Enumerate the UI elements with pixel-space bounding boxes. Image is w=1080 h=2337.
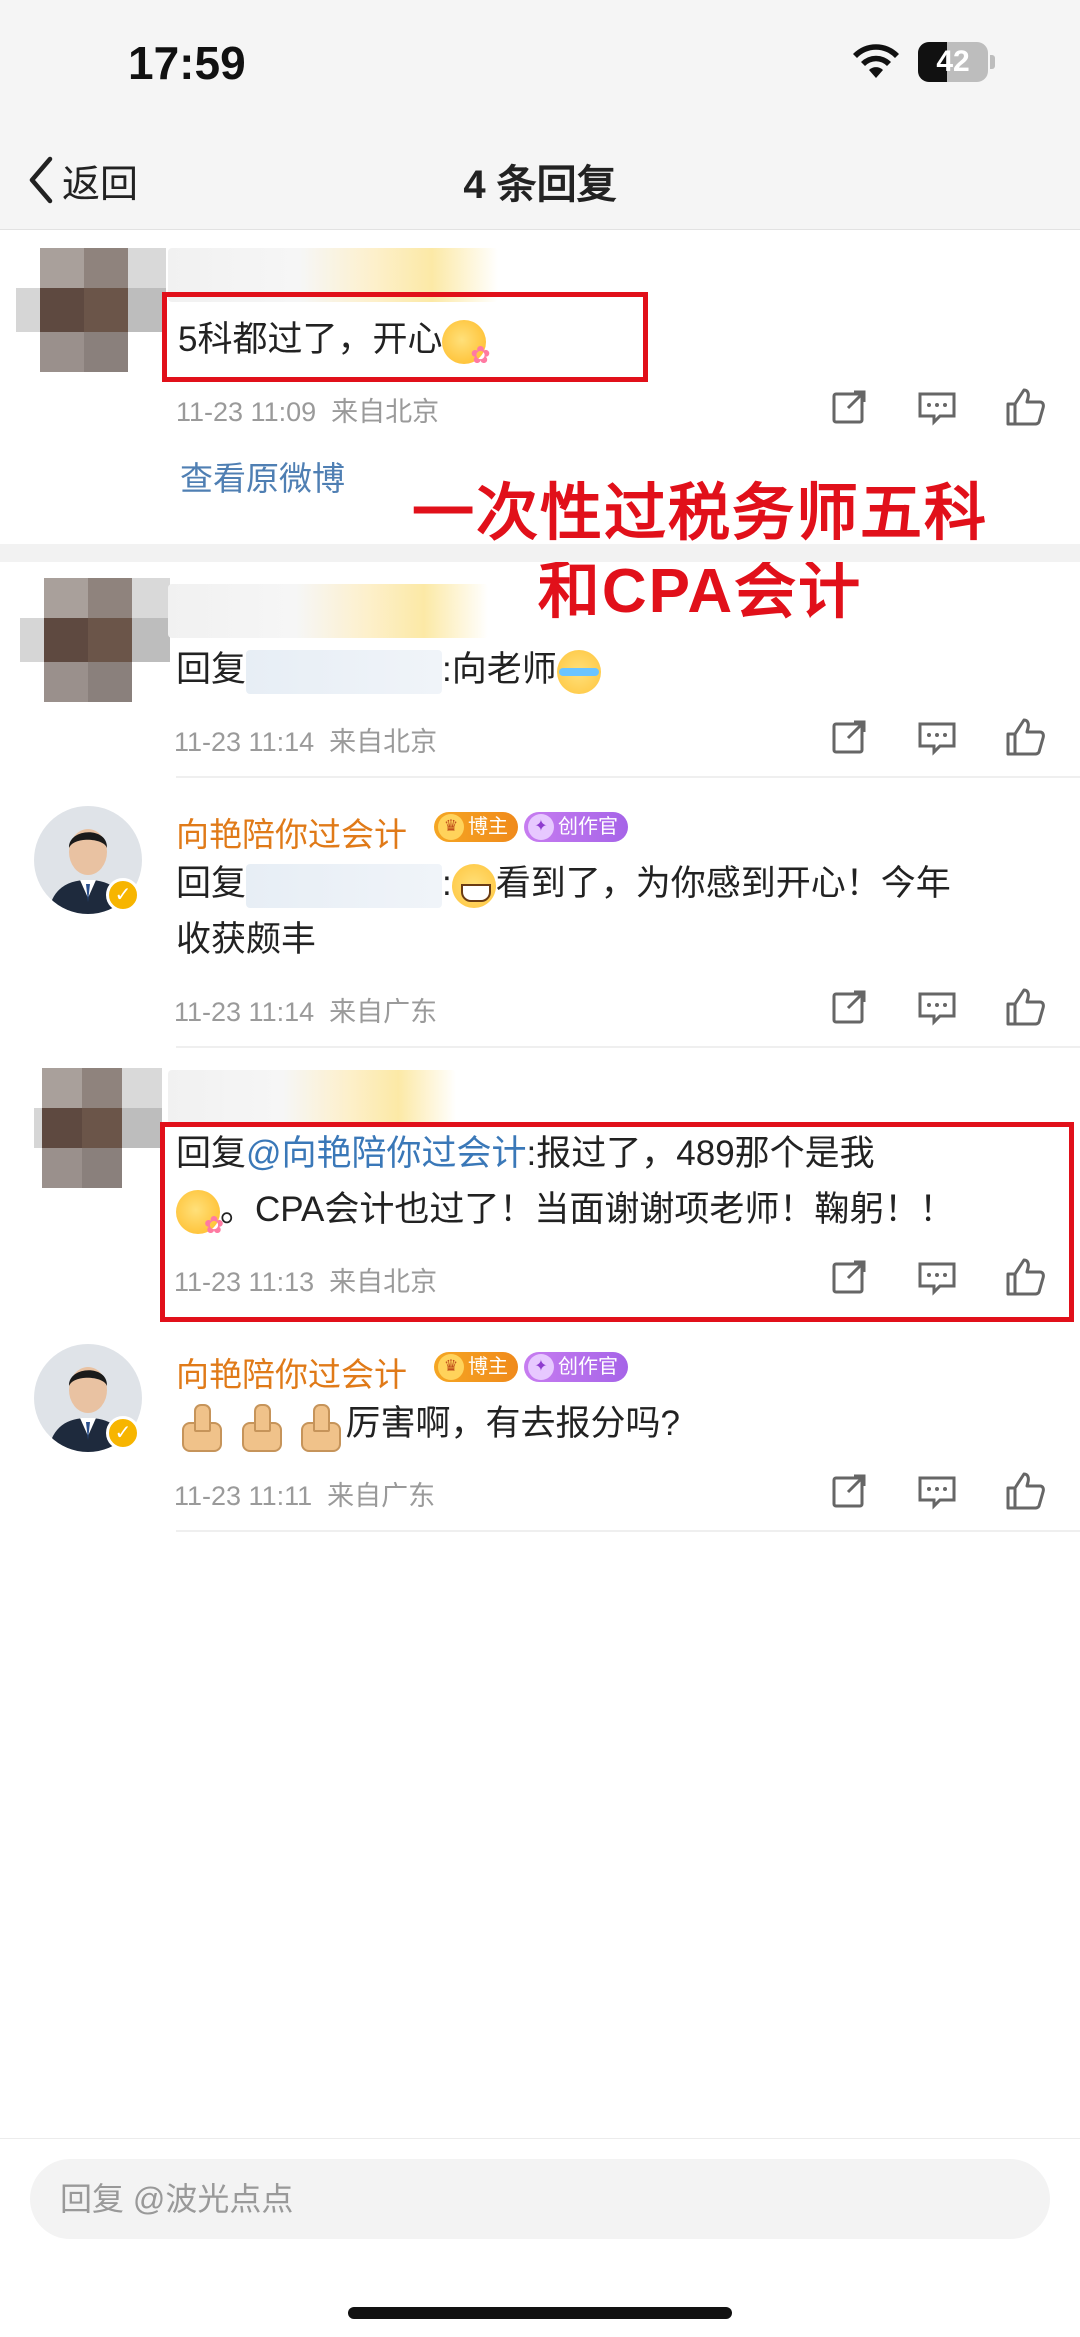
reply-meta: 11-23 11:13 来自北京 [174, 1267, 438, 1297]
battery-level: 42 [936, 45, 970, 78]
thumbs-up-icon [1006, 1258, 1045, 1296]
share-icon [832, 1474, 866, 1508]
blogger-badge: ♛ 博主 [434, 812, 518, 842]
like-button[interactable] [1000, 382, 1050, 432]
thumbs-up-icon [1006, 718, 1045, 756]
reply-meta: 11-23 11:14 来自北京 [174, 727, 438, 757]
thumbs-up-emoji [236, 1402, 286, 1452]
avatar[interactable] [20, 578, 170, 708]
share-icon [832, 1260, 866, 1294]
reply-actions [824, 1252, 1045, 1302]
comment-icon [918, 392, 956, 426]
comment-button[interactable] [912, 382, 962, 432]
username[interactable]: 向艳陪你过会计 [176, 1348, 407, 1396]
thumbs-up-icon [1006, 1472, 1045, 1510]
reply-text: 回复:向老师 [176, 642, 601, 698]
username[interactable]: 向艳陪你过会计 [176, 808, 407, 856]
like-button[interactable] [1000, 712, 1050, 762]
mention-masked [246, 649, 443, 694]
reply-text: 回复@向艳陪你过会计:报过了，489那个是我。CPA会计也过了！当面谢谢项老师！… [176, 1126, 1056, 1238]
like-button[interactable] [1000, 1466, 1050, 1516]
status-time: 17:59 [128, 37, 246, 89]
laugh-cry-emoji [556, 649, 601, 694]
reply-bar [0, 2138, 1080, 2337]
verified-badge-icon: ✓ [106, 1416, 140, 1450]
section-divider [0, 544, 1080, 562]
mention-masked [246, 863, 443, 908]
username-masked [168, 584, 488, 638]
flower-face-emoji [442, 319, 490, 368]
home-indicator [348, 2307, 732, 2319]
status-bar: 17:59 42 [0, 0, 1080, 130]
thumbs-up-icon [1006, 988, 1045, 1026]
comment-icon [918, 1476, 956, 1510]
mention-link[interactable]: @向艳陪你过会计 [246, 1134, 527, 1173]
thumbs-up-emoji [176, 1402, 226, 1452]
creator-badge: ✦ 创作官 [524, 1352, 628, 1382]
thumbs-up-emoji [295, 1402, 345, 1452]
reply-actions [824, 982, 1045, 1032]
creator-icon: ✦ [528, 1354, 554, 1380]
comment-button[interactable] [912, 982, 962, 1032]
reply-actions [824, 1466, 1045, 1516]
divider [176, 776, 1080, 778]
page-title: 4 条回复 [463, 163, 617, 207]
reply-input[interactable] [30, 2159, 1050, 2239]
divider [176, 1530, 1080, 1532]
avatar[interactable] [16, 248, 166, 378]
comment-actions [824, 382, 1045, 432]
reply-meta: 11-23 11:14 来自广东 [174, 997, 438, 1027]
share-button[interactable] [824, 1252, 874, 1302]
wifi-icon [853, 44, 899, 78]
comment-text: 5科都过了，开心 [178, 312, 490, 368]
verified-badge-icon: ✓ [106, 878, 140, 912]
flower-face-emoji [176, 1189, 224, 1238]
creator-badge: ✦ 创作官 [524, 812, 628, 842]
grin-emoji [451, 863, 496, 908]
share-icon [832, 990, 866, 1024]
thumbs-up-icon [1006, 388, 1045, 426]
like-button[interactable] [1000, 982, 1050, 1032]
divider [176, 1046, 1080, 1048]
username-masked [168, 1070, 456, 1124]
like-button[interactable] [1000, 1252, 1050, 1302]
comment-icon [918, 722, 956, 756]
reply-text: 回复: 看到了，为你感到开心！今年 收获颇丰 [176, 863, 951, 959]
reply-text: 厉害啊，有去报分吗? [176, 1396, 680, 1452]
comment-button[interactable] [912, 1252, 962, 1302]
comment-meta: 11-23 11:09 来自北京 [176, 397, 440, 427]
share-button[interactable] [824, 1466, 874, 1516]
share-icon [832, 390, 866, 424]
crown-icon: ♛ [438, 814, 464, 840]
share-icon [832, 720, 866, 754]
crown-icon: ♛ [438, 1354, 464, 1380]
battery-icon: 42 [918, 42, 996, 82]
nav-bar: 返回 4 条回复 [0, 130, 1080, 230]
view-original-link[interactable]: 查看原微博 [180, 452, 345, 500]
comment-icon [918, 1262, 956, 1296]
share-button[interactable] [824, 712, 874, 762]
overlay-caption-line1: 一次性过税务师五科 [411, 479, 988, 548]
share-button[interactable] [824, 982, 874, 1032]
comment-icon [918, 992, 956, 1026]
share-button[interactable] [824, 382, 874, 432]
comment-button[interactable] [912, 712, 962, 762]
reply-meta: 11-23 11:11 来自广东 [174, 1481, 436, 1511]
blogger-badge: ♛ 博主 [434, 1352, 518, 1382]
comment-button[interactable] [912, 1466, 962, 1516]
creator-icon: ✦ [528, 814, 554, 840]
reply-actions [824, 712, 1045, 762]
